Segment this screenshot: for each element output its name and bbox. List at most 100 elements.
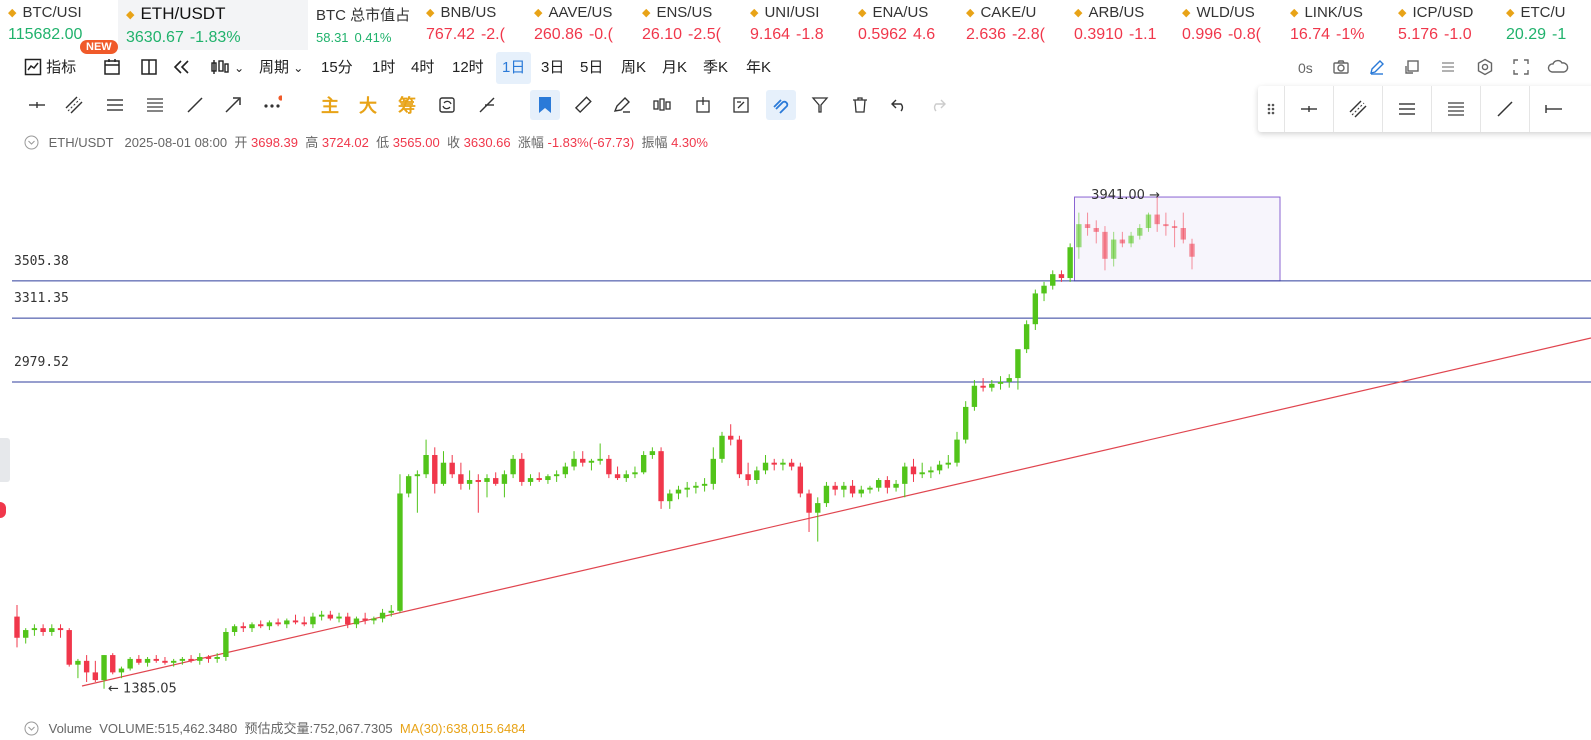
- ticker-item[interactable]: ◆ ENA/US 0.5962 4.6: [850, 0, 958, 50]
- brush-tool[interactable]: [607, 90, 637, 120]
- interval-button[interactable]: 1日: [496, 52, 532, 84]
- interval-button[interactable]: 15分: [321, 52, 353, 84]
- interval-button[interactable]: 1时: [372, 52, 395, 84]
- float-fib-tool[interactable]: [1431, 86, 1481, 132]
- ticker-item[interactable]: ◆ CAKE/U 2.636 -2.8(: [958, 0, 1066, 50]
- note-tool[interactable]: [726, 90, 756, 120]
- pattern-tool[interactable]: [647, 90, 677, 120]
- interval-button[interactable]: 4时: [411, 52, 434, 84]
- candle-body: [292, 620, 299, 623]
- delete-tool[interactable]: [845, 90, 875, 120]
- level-label: 3505.38: [14, 254, 69, 269]
- candle-body: [397, 493, 403, 611]
- fib-tool[interactable]: [140, 90, 170, 120]
- redo-button[interactable]: [923, 90, 953, 120]
- candle-body: [928, 470, 934, 473]
- ticker-item[interactable]: BTC 总市值占 58.31 0.41%: [308, 0, 418, 50]
- open-label: 开: [234, 135, 248, 150]
- interval-button[interactable]: 12时: [452, 52, 484, 84]
- float-hline-tool[interactable]: [1284, 86, 1334, 132]
- period-dropdown[interactable]: 周期 ⌄: [259, 52, 303, 84]
- candle-body: [780, 462, 786, 465]
- volume-label: Volume: [48, 721, 92, 736]
- ticker-symbol-text: WLD/US: [1196, 4, 1255, 21]
- ticker-item[interactable]: ◆ AAVE/US 260.86 -0.(: [526, 0, 634, 50]
- chip-tool[interactable]: 筹: [392, 90, 422, 120]
- add-window-button[interactable]: [1403, 52, 1421, 84]
- ticker-change: -1.0: [1444, 26, 1472, 43]
- screenshot-button[interactable]: [1332, 52, 1350, 84]
- diamond-icon: ◆: [126, 9, 135, 21]
- interval-button[interactable]: 季K: [703, 52, 728, 84]
- draw-pen-button[interactable]: [1368, 52, 1386, 84]
- more-tools[interactable]: [257, 90, 287, 120]
- ticker-item[interactable]: ◆ ETH/USDT 3630.67 -1.83%: [118, 0, 308, 50]
- candle-body: [484, 478, 490, 482]
- ticker-item[interactable]: ◆ ETC/U 20.29 -1: [1498, 0, 1588, 50]
- candle-body: [649, 451, 656, 456]
- diamond-icon: ◆: [1074, 7, 1083, 19]
- float-measure-tool[interactable]: [1529, 86, 1578, 132]
- arrow-tool[interactable]: [218, 90, 248, 120]
- interval-button[interactable]: 周K: [621, 52, 646, 84]
- ticker-item[interactable]: ◆ WLD/US 0.996 -0.8(: [1174, 0, 1282, 50]
- float-trendline-tool[interactable]: [1480, 86, 1530, 132]
- parallel-channel-tool[interactable]: [59, 90, 89, 120]
- big-order-tool[interactable]: 大: [353, 90, 383, 120]
- trend-line-tool[interactable]: [180, 90, 210, 120]
- replay-button[interactable]: [172, 52, 192, 84]
- float-range-tool[interactable]: [1382, 86, 1432, 132]
- candle-body: [501, 474, 508, 484]
- collapse-icon[interactable]: [24, 135, 39, 150]
- collapse-icon[interactable]: [24, 721, 39, 736]
- drag-handle[interactable]: [1258, 86, 1285, 132]
- ticker-price: 9.164: [750, 26, 791, 43]
- position-tool[interactable]: [688, 90, 718, 120]
- calendar-button[interactable]: [103, 52, 121, 84]
- ticker-item[interactable]: ◆ ENS/US 26.10 -2.5(: [634, 0, 742, 50]
- volume-ma: MA(30):638,015.6484: [399, 721, 526, 736]
- interval-button[interactable]: 3日: [541, 52, 564, 84]
- ticker-item[interactable]: ◆ BNB/US 767.42 -2.(: [418, 0, 526, 50]
- position-icon: [696, 97, 710, 113]
- layout-button[interactable]: [140, 52, 158, 84]
- ticker-change: -1.1: [1128, 26, 1157, 43]
- interval-button[interactable]: 月K: [662, 52, 687, 84]
- bookmark-tool[interactable]: [530, 90, 560, 120]
- horizontal-ray-tool[interactable]: [22, 90, 52, 120]
- hline-icon: [1300, 106, 1317, 112]
- fullscreen-button[interactable]: [1512, 52, 1530, 84]
- candle-body: [571, 458, 577, 467]
- undo-button[interactable]: [884, 90, 914, 120]
- ticker-change: -2.5(: [688, 26, 721, 43]
- ticker-item[interactable]: ◆ ARB/US 0.3910 -1.1: [1066, 0, 1174, 50]
- side-panel-handle[interactable]: [0, 438, 10, 482]
- measure-tool[interactable]: [472, 90, 502, 120]
- candlestick-chart[interactable]: 3505.38 3311.35 2979.52 3941.00 → ← 1385.05: [12, 150, 1591, 718]
- chart-type-button[interactable]: ⌄: [210, 52, 244, 84]
- price-range-tool[interactable]: [100, 90, 130, 120]
- sync-tool[interactable]: [432, 90, 462, 120]
- rewind-icon: [173, 60, 189, 74]
- settings-button[interactable]: [1476, 52, 1494, 84]
- menu-button[interactable]: [1440, 52, 1456, 84]
- indicator-button[interactable]: 指标: [24, 52, 76, 84]
- ticker-item[interactable]: ◆ ICP/USD 5.176 -1.0: [1390, 0, 1498, 50]
- bookmark-icon: [539, 97, 551, 113]
- cloud-button[interactable]: [1547, 52, 1569, 84]
- ticker-item[interactable]: ◆ UNI/USI 9.164 -1.8: [742, 0, 850, 50]
- ticker-item[interactable]: ◆ LINK/US 16.74 -1%: [1282, 0, 1390, 50]
- candle-body: [153, 658, 159, 661]
- ticker-price: 2.636: [966, 26, 1007, 43]
- interval-button[interactable]: 5日: [580, 52, 603, 84]
- candles-icon: [653, 98, 671, 111]
- filter-tool[interactable]: [805, 90, 835, 120]
- candle-body: [266, 622, 273, 627]
- float-channel-tool[interactable]: [1333, 86, 1383, 132]
- alert-dot[interactable]: [0, 502, 6, 518]
- magnet-tool[interactable]: [766, 90, 796, 120]
- main-force-tool[interactable]: 主: [315, 90, 345, 120]
- ruler-tool[interactable]: [568, 90, 598, 120]
- chevron-down-icon: ⌄: [293, 61, 304, 75]
- interval-button[interactable]: 年K: [746, 52, 771, 84]
